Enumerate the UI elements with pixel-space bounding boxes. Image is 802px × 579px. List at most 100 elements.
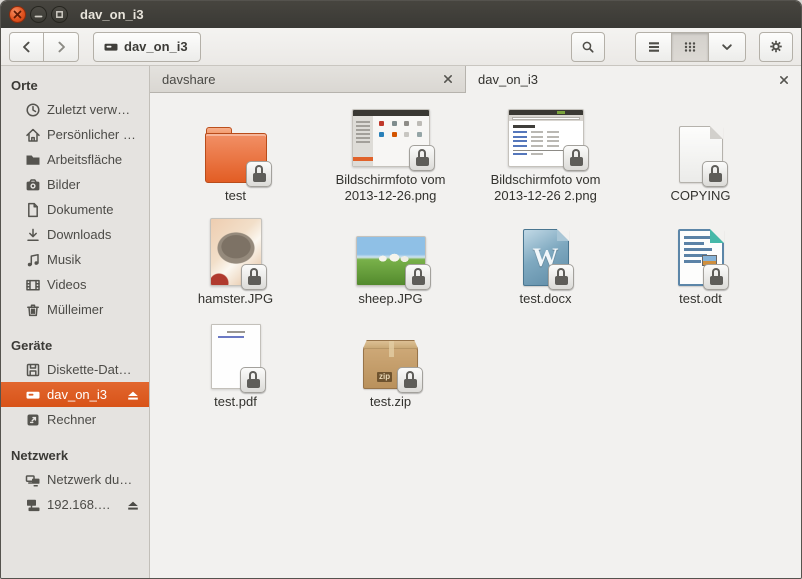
file-item-bildschirmfoto-vom-2013-12-26-2-png[interactable]: Bildschirmfoto vom 2013-12-26 2.png <box>468 103 623 204</box>
file-icon-box: W <box>523 222 569 286</box>
trash-icon <box>25 302 41 318</box>
sidebar-item-m-lleimer[interactable]: Mülleimer <box>1 297 149 322</box>
grid-view-button[interactable] <box>672 32 709 62</box>
video-icon <box>25 277 41 293</box>
location-path-button[interactable]: dav_on_i3 <box>93 32 201 62</box>
sidebar-item-label: Rechner <box>47 412 141 427</box>
sidebar-item-label: Dokumente <box>47 202 141 217</box>
file-icon-wrap: W <box>523 229 569 286</box>
clock-icon <box>25 102 41 118</box>
view-toggle-group <box>635 32 746 62</box>
sidebar-item-musik[interactable]: Musik <box>1 247 149 272</box>
close-icon <box>13 10 22 19</box>
lock-emblem <box>241 264 267 290</box>
file-name: sheep.JPG <box>358 291 422 307</box>
file-name: test <box>225 188 246 204</box>
file-name: test.pdf <box>214 394 257 410</box>
file-icon-box <box>205 119 267 183</box>
main-area: Orte Zuletzt verw… Persönlicher … Arbeitsfl… <box>1 66 801 578</box>
tab-bar: davshare dav_on_i3 <box>150 66 801 93</box>
computer-icon <box>25 412 41 428</box>
file-grid: test Bildschirmfoto vom 2013-12-26.png Bil… <box>150 93 801 578</box>
sidebar-section-header: Netzwerk <box>1 444 149 467</box>
sidebar-item-arbeitsfl-che[interactable]: Arbeitsfläche <box>1 147 149 172</box>
camera-icon <box>25 177 41 193</box>
chevron-down-icon <box>719 39 735 55</box>
lock-emblem <box>702 161 728 187</box>
lock-emblem <box>246 161 272 187</box>
file-icon-box <box>356 222 426 286</box>
tab-davshare[interactable]: davshare <box>150 66 466 93</box>
tab-close-button[interactable] <box>778 74 789 85</box>
forward-button[interactable] <box>44 32 79 62</box>
sidebar-item-videos[interactable]: Videos <box>1 272 149 297</box>
list-view-icon <box>646 39 662 55</box>
eject-icon[interactable] <box>125 497 141 513</box>
tab-close-button[interactable] <box>442 74 453 85</box>
file-name: Bildschirmfoto vom 2013-12-26 2.png <box>484 172 608 204</box>
drive-icon <box>25 387 41 403</box>
eject-icon[interactable] <box>125 387 141 403</box>
sidebar-item-bilder[interactable]: Bilder <box>1 172 149 197</box>
sidebar-item-rechner[interactable]: Rechner <box>1 407 149 432</box>
tab-dav-on-i3[interactable]: dav_on_i3 <box>466 66 801 93</box>
file-item-test-zip[interactable]: ziptest.zip <box>313 325 468 410</box>
sidebar-item-label: Zuletzt verw… <box>47 102 141 117</box>
sidebar-item-diskette-dat[interactable]: Diskette-Dat… <box>1 357 149 382</box>
sidebar-item-zuletzt-verw[interactable]: Zuletzt verw… <box>1 97 149 122</box>
gear-icon <box>769 38 783 55</box>
file-item-test-pdf[interactable]: test.pdf <box>158 325 313 410</box>
file-item-test-odt[interactable]: test.odt <box>623 222 778 307</box>
file-icon-wrap <box>210 218 262 286</box>
file-item-sheep-jpg[interactable]: sheep.JPG <box>313 222 468 307</box>
sidebar-item-dokumente[interactable]: Dokumente <box>1 197 149 222</box>
titlebar: dav_on_i3 <box>1 1 801 28</box>
sidebar-item-label: dav_on_i3 <box>47 387 119 402</box>
location-path-label: dav_on_i3 <box>124 39 188 54</box>
view-options-button[interactable] <box>709 32 746 62</box>
floppy-icon <box>25 362 41 378</box>
file-item-test[interactable]: test <box>158 119 313 204</box>
file-name: hamster.JPG <box>198 291 273 307</box>
sidebar-item-label: Netzwerk du… <box>47 472 141 487</box>
file-icon-wrap <box>508 109 584 167</box>
nav-button-group <box>9 32 79 62</box>
sidebar-item-netzwerk-du[interactable]: Netzwerk du… <box>1 467 149 492</box>
file-icon-wrap <box>352 109 430 167</box>
sidebar-item-label: Arbeitsfläche <box>47 152 141 167</box>
sidebar-section-ger-te: GeräteDiskette-Dat… dav_on_i3 Rechner <box>1 334 149 432</box>
forward-icon <box>53 39 69 55</box>
file-item-copying[interactable]: COPYING <box>623 119 778 204</box>
search-button[interactable] <box>571 32 605 62</box>
list-view-button[interactable] <box>635 32 672 62</box>
settings-button[interactable] <box>759 32 793 62</box>
sidebar-section-header: Geräte <box>1 334 149 357</box>
sidebar-item-label: Bilder <box>47 177 141 192</box>
file-icon-box: zip <box>363 325 418 389</box>
tab-label: davshare <box>162 72 434 87</box>
network-icon <box>25 472 41 488</box>
file-item-hamster-jpg[interactable]: hamster.JPG <box>158 222 313 307</box>
sidebar-section-header: Orte <box>1 74 149 97</box>
file-item-bildschirmfoto-vom-2013-12-26-png[interactable]: Bildschirmfoto vom 2013-12-26.png <box>313 103 468 204</box>
file-icon-box <box>210 222 262 286</box>
back-button[interactable] <box>9 32 44 62</box>
sidebar-item-pers-nlicher[interactable]: Persönlicher … <box>1 122 149 147</box>
sidebar-item-dav-on-i3[interactable]: dav_on_i3 <box>1 382 149 407</box>
lock-emblem <box>409 145 435 171</box>
sidebar-section-netzwerk: Netzwerk Netzwerk du… 192.168.… <box>1 444 149 517</box>
maximize-button[interactable] <box>51 6 68 23</box>
network-drive-icon <box>25 497 41 513</box>
sidebar-item-192-168[interactable]: 192.168.… <box>1 492 149 517</box>
toolbar: dav_on_i3 <box>1 28 801 66</box>
close-button[interactable] <box>9 6 26 23</box>
file-icon-wrap <box>205 133 267 183</box>
sidebar-item-label: Downloads <box>47 227 141 242</box>
lock-emblem <box>240 367 266 393</box>
file-item-test-docx[interactable]: Wtest.docx <box>468 222 623 307</box>
minimize-button[interactable] <box>30 6 47 23</box>
sidebar-item-downloads[interactable]: Downloads <box>1 222 149 247</box>
search-icon <box>581 39 595 55</box>
drive-icon <box>103 39 119 55</box>
file-manager-window: dav_on_i3 dav_on_i3 <box>0 0 802 579</box>
